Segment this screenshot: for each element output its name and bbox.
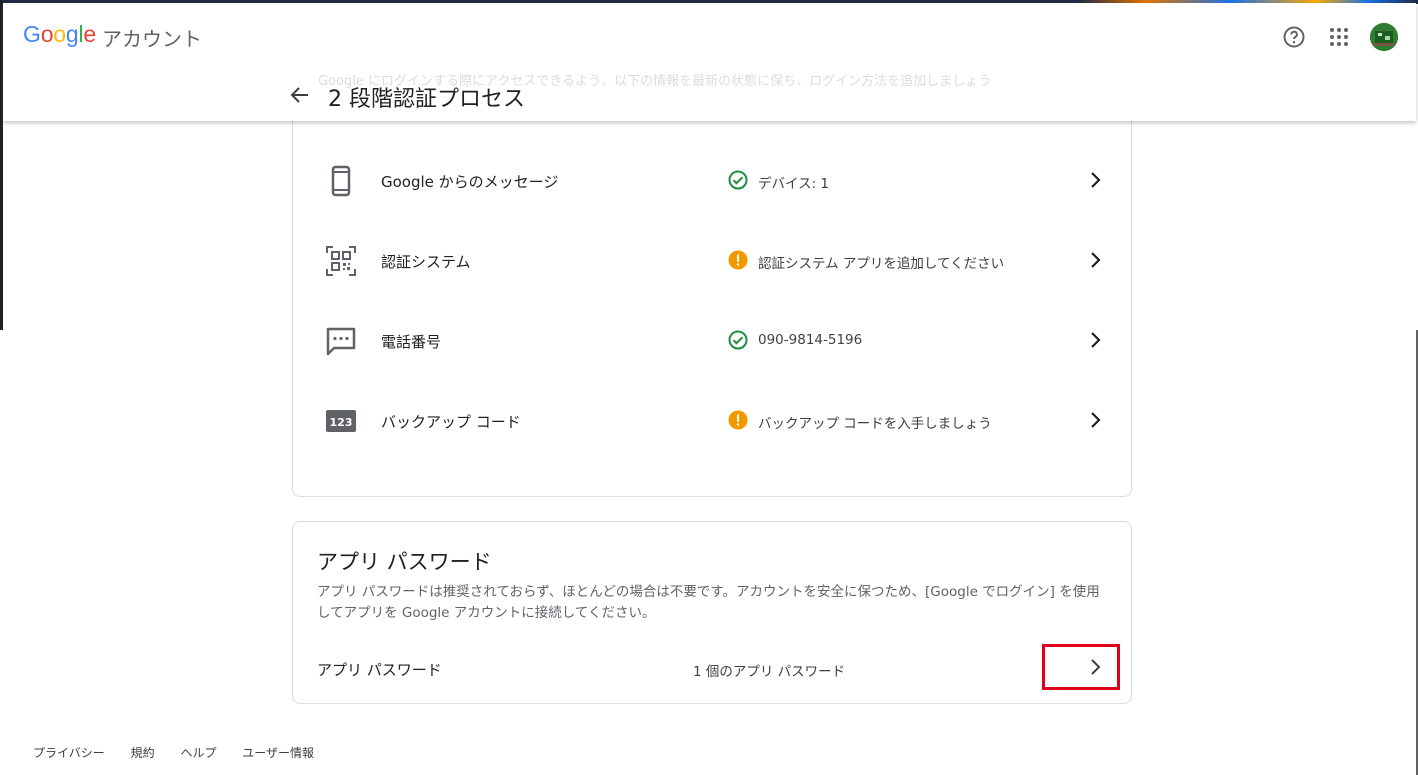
arrow-left-icon[interactable] [288, 83, 312, 107]
method-row[interactable]: Google からのメッセージ デバイス: 1 [293, 141, 1131, 221]
avatar[interactable] [1370, 23, 1398, 51]
warning-circle-icon [728, 250, 748, 270]
two-step-methods-card: パスキーとセキュリティ キーセキュリティ キーの追加Google からのメッセー… [292, 60, 1132, 497]
logo-letter: o [53, 21, 66, 47]
footer-link-help[interactable]: ヘルプ [180, 746, 216, 760]
method-label: バックアップ コード [381, 413, 521, 431]
app-passwords-count: 1 個のアプリ パスワード [693, 664, 846, 680]
apps-grid-icon[interactable] [1327, 25, 1351, 49]
footer: プライバシー 規約 ヘルプ ユーザー情報 [33, 744, 336, 761]
chevron-right-icon[interactable] [1083, 408, 1107, 432]
method-status: デバイス: 1 [758, 176, 830, 192]
backup-code-icon: 123 [326, 410, 356, 432]
chevron-right-icon[interactable] [1083, 168, 1107, 192]
qr-code-icon [326, 246, 356, 276]
app-passwords-highlight-box [1042, 644, 1120, 690]
phone-icon [331, 165, 351, 197]
method-status: バックアップ コードを入手しましょう [758, 416, 992, 432]
check-circle-icon [728, 170, 748, 190]
method-row[interactable]: 認証システム 認証システム アプリを追加してください [293, 221, 1131, 301]
top-app-bar: Google アカウント Google にログインする際にアクセスできるよう、以… [3, 3, 1416, 121]
app-passwords-row-label[interactable]: アプリ パスワード [317, 659, 442, 680]
method-label: 認証システム [381, 253, 471, 271]
chevron-right-icon[interactable] [1083, 328, 1107, 352]
check-circle-icon [728, 330, 748, 350]
warning-circle-icon [728, 410, 748, 430]
app-passwords-card: アプリ パスワード アプリ パスワードは推奨されておらず、ほとんどの場合は不要で… [292, 521, 1132, 704]
footer-link-terms[interactable]: 規約 [131, 746, 155, 760]
footer-link-privacy[interactable]: プライバシー [33, 746, 105, 760]
logo-letter: e [83, 21, 96, 47]
method-label: Google からのメッセージ [381, 173, 559, 191]
help-circle-icon[interactable] [1282, 25, 1306, 49]
method-status: 認証システム アプリを追加してください [758, 256, 1005, 272]
logo-letter: g [65, 21, 79, 47]
product-name: アカウント [102, 27, 202, 51]
svg-text:123: 123 [330, 416, 353, 429]
google-logo[interactable]: Google [23, 21, 96, 48]
sms-icon [326, 327, 356, 356]
method-row[interactable]: 123 バックアップ コード バックアップ コードを入手しましょう [293, 381, 1131, 461]
footer-link-about[interactable]: ユーザー情報 [242, 746, 314, 760]
app-passwords-title: アプリ パスワード [317, 550, 492, 574]
app-passwords-description: アプリ パスワードは推奨されておらず、ほとんどの場合は不要です。アカウントを安全… [317, 584, 1100, 621]
logo-letter: G [23, 21, 41, 47]
logo-letter: o [40, 21, 54, 47]
method-row[interactable]: 電話番号 090-9814-5196 [293, 301, 1131, 381]
method-label: 電話番号 [381, 333, 442, 351]
method-status: 090-9814-5196 [758, 332, 863, 348]
chevron-right-icon[interactable] [1083, 248, 1107, 272]
page-title: 2 段階認証プロセス [328, 87, 525, 112]
